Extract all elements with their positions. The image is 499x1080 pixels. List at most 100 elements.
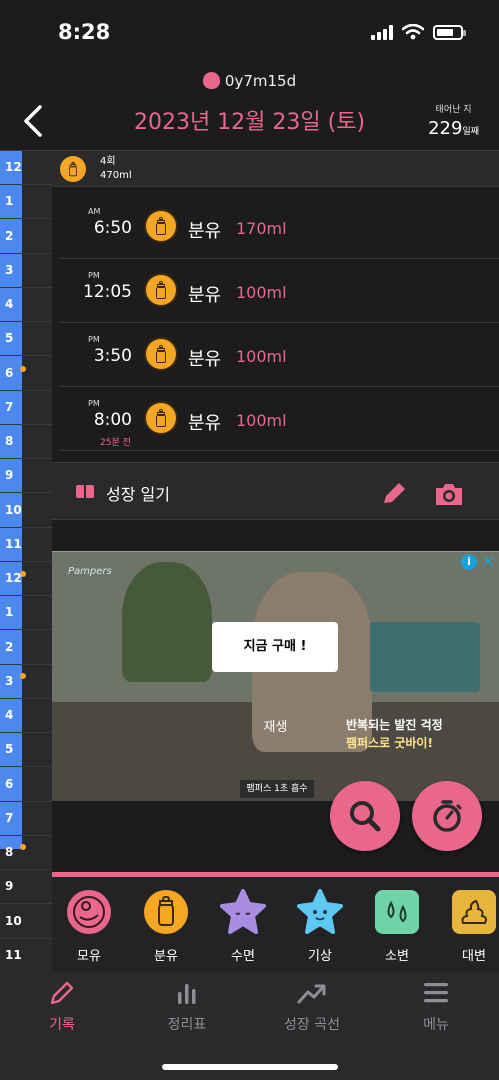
camera-icon[interactable]	[434, 481, 464, 507]
record-time: 8:00	[93, 410, 132, 430]
timeline-hour: 8	[0, 836, 52, 870]
timeline-hour: 4	[0, 699, 52, 733]
pencil-icon[interactable]	[380, 481, 408, 507]
timeline-hour: 3	[0, 665, 52, 699]
hour-timeline: 12 1 2 3 4 5 6 7 8 9 10 11 12 1 2 3 4 5 6 7 8 9 10 11	[0, 150, 52, 973]
timeline-hour: 3	[0, 254, 52, 288]
quick-add-label: 소변	[385, 949, 409, 964]
timeline-hour: 9	[0, 459, 52, 494]
record-row[interactable]: PM 3:50 분유 100ml	[60, 323, 499, 387]
born-days: 229일째	[428, 118, 479, 139]
timeline-hour: 12	[0, 151, 52, 185]
ad-close-icon[interactable]: ✕	[482, 552, 495, 571]
timeline-hour: 11	[0, 528, 52, 562]
record-ampm: PM	[88, 399, 100, 408]
timeline-hour: 12	[0, 562, 52, 596]
bottle-icon	[60, 156, 86, 182]
tab-growth-curve[interactable]: 성장 곡선	[250, 978, 374, 1034]
date-title[interactable]: 2023년 12월 23일 (토)	[0, 104, 499, 136]
trend-icon	[297, 984, 326, 1004]
record-list: AM 6:50 분유 170ml PM 12:05 분유 100ml PM 3:…	[52, 195, 499, 451]
feeding-count: 4회	[100, 156, 116, 167]
status-bar: 8:28	[0, 0, 499, 66]
record-type: 분유	[188, 349, 222, 370]
timeline-hour: 10	[0, 494, 52, 528]
quick-add-label: 기상	[308, 949, 332, 964]
record-type: 분유	[188, 285, 222, 306]
timeline-hour: 7	[0, 391, 52, 425]
book-icon	[76, 485, 94, 498]
event-dot	[20, 844, 26, 850]
quick-add-label: 대변	[462, 949, 486, 964]
born-label: 태어난 지	[435, 105, 472, 115]
wifi-icon	[402, 24, 424, 40]
record-time: 6:50	[93, 218, 132, 238]
bottle-icon	[144, 273, 178, 307]
home-indicator[interactable]	[162, 1064, 338, 1070]
feeding-summary: 4회 470ml	[52, 150, 499, 187]
pencil-icon	[50, 981, 74, 1005]
bottle-icon	[143, 889, 189, 935]
quick-add-sleep[interactable]: 수면	[208, 889, 278, 964]
search-button[interactable]	[330, 781, 400, 851]
ad-banner[interactable]: Pampers 지금 구매 ! 재생 반복되는 발진 걱정 팸퍼스로 굿바이! …	[52, 551, 499, 801]
timeline-hour: 2	[0, 631, 52, 665]
growth-diary-label: 성장 일기	[106, 485, 170, 504]
wake-star-icon	[297, 889, 343, 935]
timer-button[interactable]	[412, 781, 482, 851]
hamburger-icon	[424, 983, 448, 1003]
growth-diary-bar[interactable]: 성장 일기	[52, 462, 499, 520]
quick-add-label: 모유	[77, 949, 101, 964]
ad-brand-logo: Pampers	[68, 566, 112, 577]
cellular-signal-icon	[371, 24, 393, 40]
bottle-icon	[144, 401, 178, 435]
record-time: 12:05	[83, 282, 132, 302]
ad-buy-button[interactable]: 지금 구매 !	[212, 622, 338, 672]
tab-record[interactable]: 기록	[0, 978, 124, 1034]
quick-add-poop[interactable]: 대변	[439, 889, 499, 964]
mother-icon	[66, 889, 112, 935]
duck-icon	[202, 72, 220, 89]
ad-copy: 반복되는 발진 걱정 팸퍼스로 굿바이!	[346, 718, 443, 750]
quick-add-pee[interactable]: 소변	[362, 889, 432, 964]
baby-age: 0y7m15d	[224, 72, 297, 90]
baby-profile[interactable]: 0y7m15d	[0, 72, 499, 90]
poop-icon	[451, 889, 497, 935]
quick-add-label: 수면	[231, 949, 255, 964]
status-icons	[371, 24, 466, 40]
record-row[interactable]: PM 8:00 25분 전 분유 100ml	[60, 387, 499, 451]
status-time: 8:28	[58, 20, 111, 44]
quick-add-wake[interactable]: 기상	[285, 889, 355, 964]
search-icon	[350, 801, 381, 832]
bar-chart-icon	[178, 984, 196, 1004]
quick-add-label: 분유	[154, 949, 178, 964]
battery-icon	[433, 24, 466, 40]
timeline-hour: 7	[0, 802, 52, 836]
record-amount: 100ml	[236, 347, 287, 366]
record-row[interactable]: PM 12:05 분유 100ml	[60, 259, 499, 323]
ad-info-icon[interactable]: i	[461, 554, 477, 570]
record-row[interactable]: AM 6:50 분유 170ml	[60, 195, 499, 259]
tab-summary[interactable]: 정리표	[125, 978, 249, 1034]
quick-add-formula[interactable]: 분유	[131, 889, 201, 964]
feeding-total: 470ml	[100, 170, 132, 181]
quick-add-breastfeed[interactable]: 모유	[54, 889, 124, 964]
timeline-hour: 6	[0, 357, 52, 391]
quick-add-bar: 모유 분유 수면 기상 소변 대변	[52, 872, 499, 972]
record-amount: 170ml	[236, 219, 287, 238]
timeline-hour: 9	[0, 870, 52, 905]
timeline-hour: 1	[0, 185, 52, 220]
record-ampm: AM	[88, 207, 101, 216]
timeline-hour: 8	[0, 425, 52, 459]
bottle-icon	[144, 209, 178, 243]
bottle-icon	[144, 337, 178, 371]
record-type: 분유	[188, 221, 222, 242]
event-dot	[20, 571, 26, 577]
days-since-birth: 태어난 지 229일째	[428, 102, 479, 139]
tab-menu[interactable]: 메뉴	[374, 978, 498, 1034]
ad-caption: 팸퍼스 1초 흡수	[240, 780, 314, 798]
record-time: 3:50	[93, 346, 132, 366]
event-dot	[20, 673, 26, 679]
record-type: 분유	[188, 413, 222, 434]
timeline-hour: 1	[0, 596, 52, 631]
